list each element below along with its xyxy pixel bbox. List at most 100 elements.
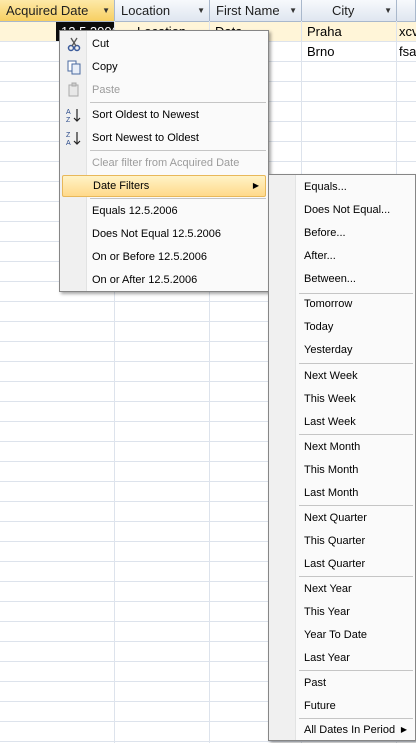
table-cell-city[interactable]: Brno <box>302 42 396 61</box>
chevron-down-icon[interactable]: ▼ <box>102 0 110 21</box>
column-header-row: Acquired Date ▼ Location ▼ First Name ▼ … <box>0 0 416 22</box>
menu-item-label: Last Month <box>304 487 359 499</box>
table-cell-next[interactable]: xcv <box>397 22 416 41</box>
menu-item-label: Last Week <box>304 416 356 428</box>
column-header-next[interactable] <box>397 0 416 21</box>
context-menu: Cut Copy Paste A Z Sort Oldest to Newest… <box>59 30 269 292</box>
menu-item-label: Next Quarter <box>304 512 367 524</box>
column-header-first-name[interactable]: First Name ▼ <box>210 0 302 21</box>
menu-item-label: Future <box>304 700 336 712</box>
submenu-item-tomorrow[interactable]: Tomorrow <box>271 293 413 315</box>
menu-separator <box>299 505 413 506</box>
sort-descending-icon: Z A <box>66 132 81 146</box>
submenu-item-this-quarter[interactable]: This Quarter <box>271 530 413 552</box>
submenu-item-does-not-equal[interactable]: Does Not Equal... <box>271 199 413 221</box>
svg-text:A: A <box>66 140 71 146</box>
chevron-down-icon[interactable]: ▼ <box>197 0 205 21</box>
column-header-location[interactable]: Location ▼ <box>115 0 210 21</box>
menu-item-label: Between... <box>304 273 356 285</box>
menu-item-on-or-before[interactable]: On or Before 12.5.2006 <box>62 246 266 268</box>
submenu-item-next-week[interactable]: Next Week <box>271 365 413 387</box>
submenu-item-next-year[interactable]: Next Year <box>271 578 413 600</box>
menu-item-label: Paste <box>92 84 121 96</box>
menu-item-equals[interactable]: Equals 12.5.2006 <box>62 200 266 222</box>
submenu-item-this-week[interactable]: This Week <box>271 388 413 410</box>
menu-item-label: Last Quarter <box>304 558 366 570</box>
menu-item-label: Clear filter from Acquired Date <box>92 157 240 169</box>
submenu-item-before[interactable]: Before... <box>271 222 413 244</box>
menu-item-label: Year To Date <box>304 629 367 641</box>
submenu-arrow-icon: ▶ <box>400 725 407 734</box>
menu-item-cut[interactable]: Cut <box>62 33 266 55</box>
paste-icon <box>68 82 79 97</box>
menu-item-label: Tomorrow <box>304 298 353 310</box>
menu-item-label: Today <box>304 321 334 333</box>
menu-item-label: Equals 12.5.2006 <box>92 205 178 217</box>
submenu-item-last-week[interactable]: Last Week <box>271 411 413 433</box>
chevron-down-icon[interactable]: ▼ <box>289 0 297 21</box>
menu-item-label: Cut <box>92 38 110 50</box>
menu-separator <box>299 434 413 435</box>
submenu-item-today[interactable]: Today <box>271 316 413 338</box>
menu-item-label: Yesterday <box>304 344 353 356</box>
menu-item-label: After... <box>304 250 336 262</box>
submenu-item-next-month[interactable]: Next Month <box>271 436 413 458</box>
submenu-item-equals[interactable]: Equals... <box>271 176 413 198</box>
menu-item-clear-filter[interactable]: Clear filter from Acquired Date <box>62 152 266 174</box>
submenu-item-this-month[interactable]: This Month <box>271 459 413 481</box>
submenu-item-between[interactable]: Between... <box>271 268 413 290</box>
date-filters-submenu: Equals... Does Not Equal... Before... Af… <box>268 174 416 741</box>
menu-item-label: This Year <box>304 606 350 618</box>
sort-ascending-icon: A Z <box>66 109 81 123</box>
menu-item-label: Sort Oldest to Newest <box>92 109 199 121</box>
submenu-item-last-month[interactable]: Last Month <box>271 482 413 504</box>
menu-separator <box>90 150 266 151</box>
menu-item-label: Sort Newest to Oldest <box>92 132 199 144</box>
menu-item-date-filters[interactable]: Date Filters ▶ <box>62 175 266 197</box>
submenu-item-all-dates-in-period[interactable]: All Dates In Period ▶ <box>271 719 413 741</box>
svg-text:Z: Z <box>66 117 71 123</box>
menu-item-label: Next Month <box>304 441 361 453</box>
copy-icon <box>67 60 81 75</box>
chevron-down-icon[interactable]: ▼ <box>384 0 392 21</box>
svg-text:A: A <box>66 109 71 116</box>
submenu-item-yesterday[interactable]: Yesterday <box>271 339 413 361</box>
table-cell-city[interactable]: Praha <box>302 22 396 41</box>
menu-item-label: This Month <box>304 464 359 476</box>
menu-separator <box>299 670 413 671</box>
menu-separator <box>90 102 266 103</box>
menu-item-label: Does Not Equal... <box>304 204 391 216</box>
submenu-item-last-quarter[interactable]: Last Quarter <box>271 553 413 575</box>
menu-item-sort-newest[interactable]: Z A Sort Newest to Oldest <box>62 127 266 149</box>
submenu-item-after[interactable]: After... <box>271 245 413 267</box>
scissors-icon <box>67 37 81 52</box>
column-header-acquired-date[interactable]: Acquired Date ▼ <box>0 0 115 21</box>
menu-item-paste[interactable]: Paste <box>62 79 266 101</box>
menu-item-on-or-after[interactable]: On or After 12.5.2006 <box>62 269 266 291</box>
menu-item-label: Past <box>304 677 327 689</box>
menu-item-copy[interactable]: Copy <box>62 56 266 78</box>
menu-item-label: Next Week <box>304 370 358 382</box>
submenu-item-future[interactable]: Future <box>271 695 413 717</box>
menu-item-sort-oldest[interactable]: A Z Sort Oldest to Newest <box>62 104 266 126</box>
menu-item-label: This Quarter <box>304 535 366 547</box>
menu-item-label: Before... <box>304 227 346 239</box>
submenu-item-past[interactable]: Past <box>271 672 413 694</box>
menu-item-label: Copy <box>92 61 118 73</box>
menu-item-label: On or Before 12.5.2006 <box>92 251 207 263</box>
menu-item-label: This Week <box>304 393 356 405</box>
submenu-item-last-year[interactable]: Last Year <box>271 647 413 669</box>
submenu-item-next-quarter[interactable]: Next Quarter <box>271 507 413 529</box>
column-header-city[interactable]: City ▼ <box>302 0 397 21</box>
column-header-label: City <box>332 3 355 18</box>
column-header-label: First Name <box>216 3 280 18</box>
menu-item-label: On or After 12.5.2006 <box>92 274 198 286</box>
menu-item-label: All Dates In Period <box>304 724 396 736</box>
menu-item-label: Does Not Equal 12.5.2006 <box>92 228 222 240</box>
table-cell-next[interactable]: fsa <box>397 42 416 61</box>
submenu-item-year-to-date[interactable]: Year To Date <box>271 624 413 646</box>
menu-separator <box>299 576 413 577</box>
menu-item-does-not-equal[interactable]: Does Not Equal 12.5.2006 <box>62 223 266 245</box>
submenu-item-this-year[interactable]: This Year <box>271 601 413 623</box>
svg-text:Z: Z <box>66 132 71 139</box>
